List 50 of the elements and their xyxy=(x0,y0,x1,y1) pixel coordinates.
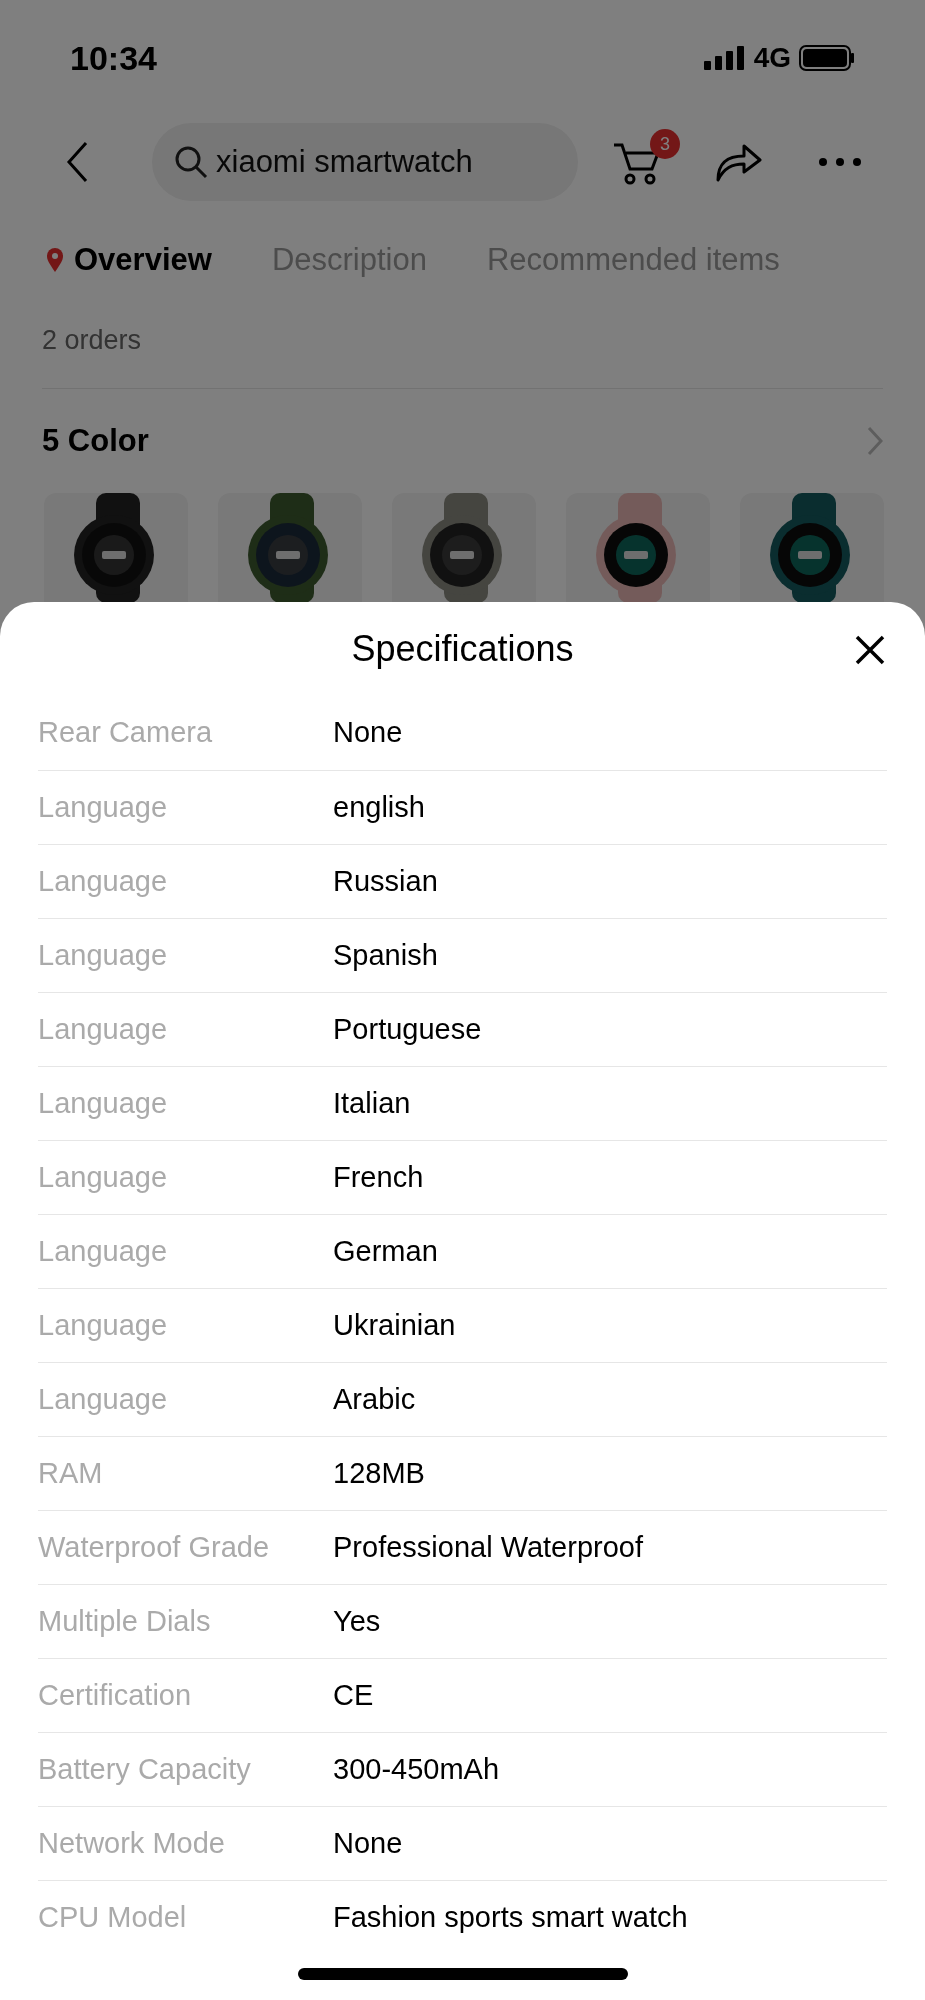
spec-label: Language xyxy=(38,937,169,973)
signal-icon xyxy=(703,46,746,70)
more-icon[interactable] xyxy=(818,157,862,167)
spec-value: CE xyxy=(333,1677,374,1713)
spec-value: Russian xyxy=(333,863,438,899)
spec-value: Fashion sports smart watch xyxy=(333,1899,688,1935)
spec-value: Professional Waterproof xyxy=(333,1529,643,1565)
status-time: 10:34 xyxy=(70,37,157,79)
spec-label: Language xyxy=(38,863,169,899)
spec-label: Language xyxy=(38,1381,169,1417)
spec-value: Portuguese xyxy=(333,1011,482,1047)
location-pin-icon xyxy=(46,247,64,273)
search-field[interactable]: xiaomi smartwatch xyxy=(152,123,578,201)
spec-label: Language xyxy=(38,1011,169,1047)
spec-label: Network Mode xyxy=(38,1825,226,1861)
spec-label: Certification xyxy=(38,1677,193,1713)
spec-label: Waterproof Grade xyxy=(38,1529,271,1565)
tab[interactable]: Overview xyxy=(46,236,212,284)
spec-label: Multiple Dials xyxy=(38,1603,212,1639)
spec-value: French xyxy=(333,1159,424,1195)
spec-label: CPU Model xyxy=(38,1899,188,1935)
spec-label: RAM xyxy=(38,1455,104,1491)
spec-value: Spanish xyxy=(333,937,438,973)
search-icon xyxy=(174,145,208,179)
network-label: 4G xyxy=(753,41,791,75)
orders-count: 2 orders xyxy=(41,323,143,357)
spec-label: Language xyxy=(38,1233,169,1269)
spec-value: Yes xyxy=(333,1603,381,1639)
spec-value: 300-450mAh xyxy=(333,1751,500,1787)
spec-label: Battery Capacity xyxy=(38,1751,252,1787)
spec-value: Ukrainian xyxy=(333,1307,456,1343)
spec-value: None xyxy=(333,1825,403,1861)
battery-icon xyxy=(799,45,855,71)
spec-label: Language xyxy=(38,789,169,825)
spec-value: 128MB xyxy=(333,1455,425,1491)
back-icon[interactable] xyxy=(66,141,90,183)
close-icon[interactable] xyxy=(855,635,885,665)
color-section-title: 5 Color xyxy=(42,421,149,460)
spec-label: Rear Camera xyxy=(38,715,214,751)
spec-value: Italian xyxy=(333,1085,411,1121)
cart-badge: 3 xyxy=(650,129,680,159)
sheet-title: Specifications xyxy=(351,627,574,671)
spec-label: Language xyxy=(38,1159,169,1195)
spec-value: Arabic xyxy=(333,1381,416,1417)
spec-value: english xyxy=(333,789,425,825)
spec-value: German xyxy=(333,1233,438,1269)
share-icon[interactable] xyxy=(714,142,762,182)
spec-value: None xyxy=(333,715,403,751)
spec-label: Language xyxy=(38,1085,169,1121)
spec-label: Language xyxy=(38,1307,169,1343)
